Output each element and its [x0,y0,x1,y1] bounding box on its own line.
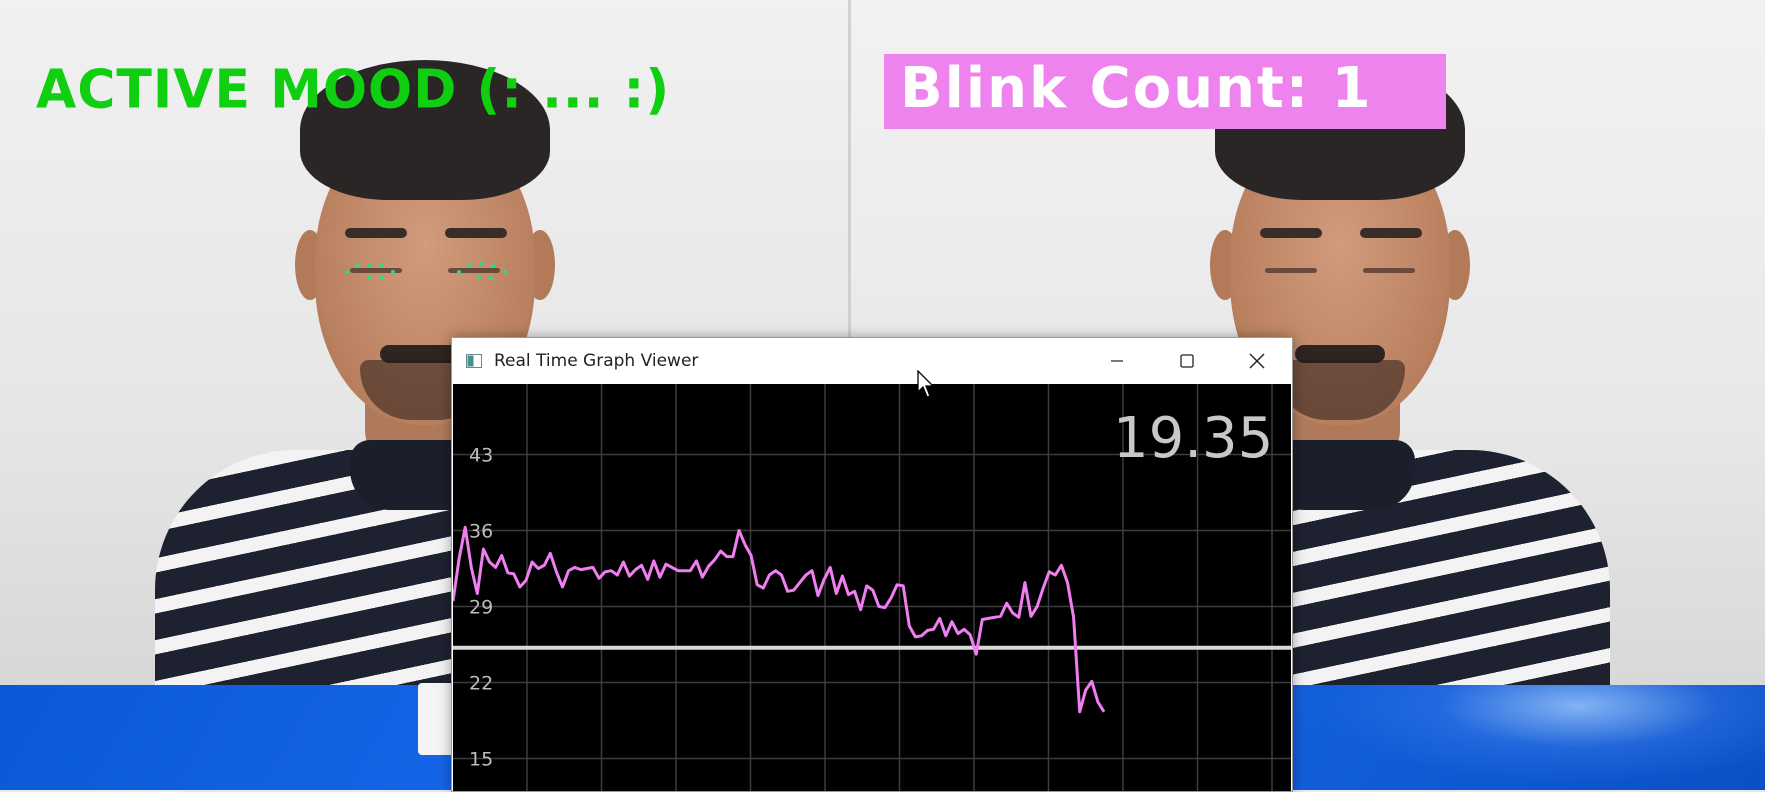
close-icon [1249,353,1265,369]
maximize-button[interactable] [1152,338,1222,384]
y-tick-label: 29 [469,596,493,618]
graph-canvas: 43 36 29 22 15 19.35 [453,384,1291,791]
close-button[interactable] [1222,338,1292,384]
mouse-cursor-icon [917,370,935,398]
blink-count-text: Blink Count: 1 [900,56,1373,121]
y-tick-label: 36 [469,521,493,543]
window-title: Real Time Graph Viewer [494,351,699,371]
graph-window[interactable]: Real Time Graph Viewer 43 36 29 22 15 19.35 [451,337,1293,792]
window-titlebar[interactable]: Real Time Graph Viewer [452,338,1292,384]
y-tick-label: 22 [469,672,493,694]
minimize-button[interactable] [1082,338,1152,384]
series-line [453,525,1106,714]
mood-status-text: ACTIVE MOOD (: ... :) [36,59,671,121]
y-tick-label: 43 [469,445,493,467]
current-value-readout: 19.35 [1113,406,1274,471]
minimize-icon [1111,360,1123,362]
app-window-icon [466,354,482,368]
y-tick-label: 15 [469,748,493,770]
maximize-icon [1180,354,1194,368]
